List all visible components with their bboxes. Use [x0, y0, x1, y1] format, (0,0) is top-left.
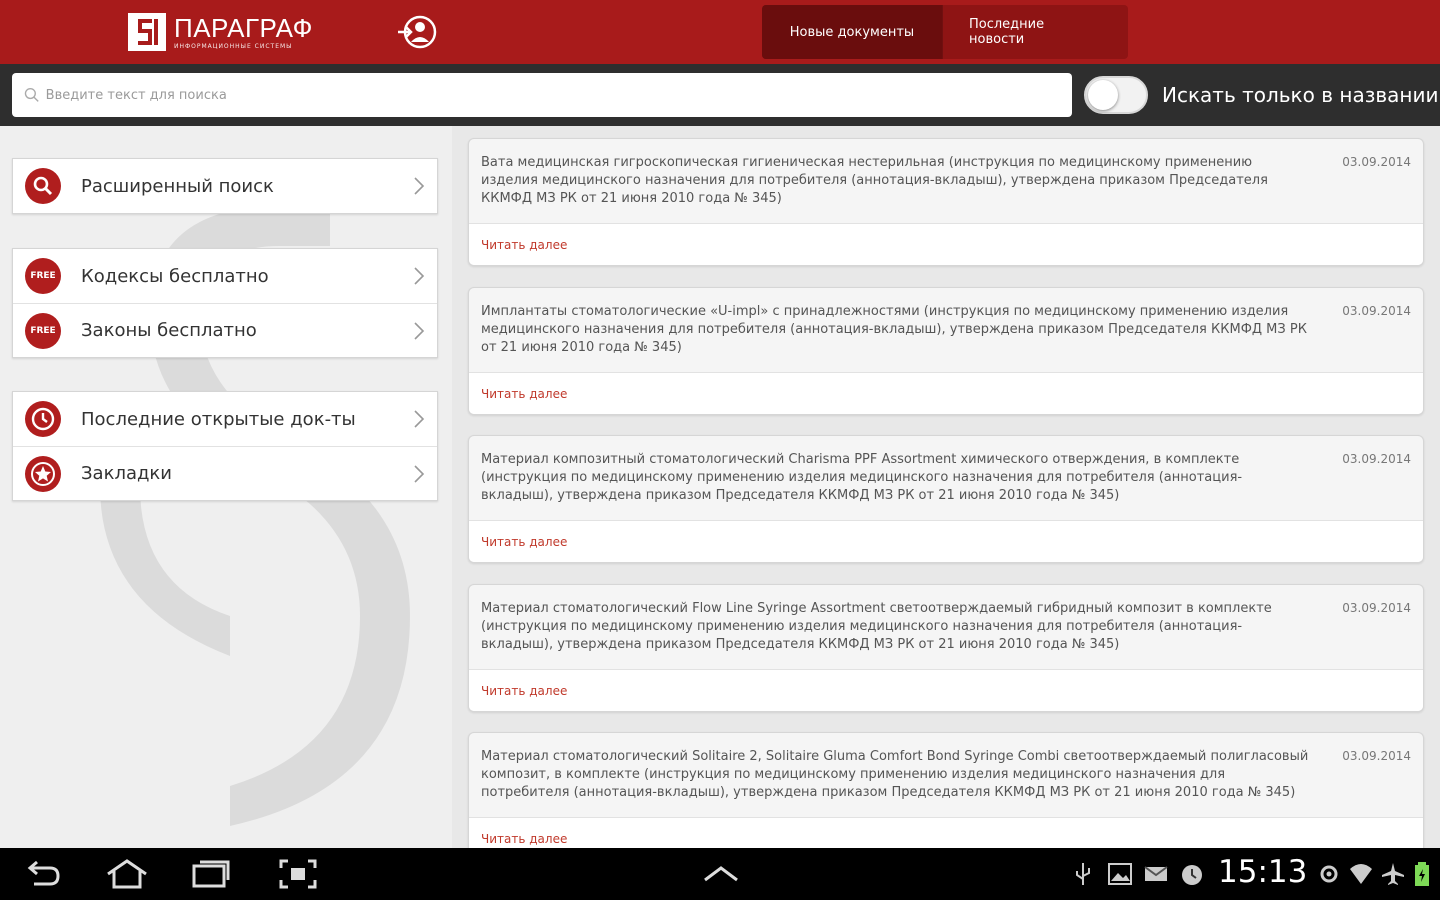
chevron-right-icon: [414, 267, 425, 285]
documents-feed: Вата медицинская гигроскопическая гигиен…: [452, 126, 1440, 848]
document-title: Материал стоматологический Solitaire 2, …: [481, 749, 1309, 800]
document-date: 03.09.2014: [1342, 601, 1411, 615]
document-card[interactable]: Материал стоматологический Flow Line Syr…: [468, 584, 1424, 712]
document-date: 03.09.2014: [1342, 304, 1411, 318]
search-box: [12, 73, 1072, 117]
chevron-right-icon: [414, 177, 425, 195]
title-only-toggle[interactable]: [1084, 76, 1148, 114]
image-icon: [1108, 863, 1132, 885]
menu-group-history: Последние открытые док-ты Закладки: [12, 391, 438, 501]
brand-logo: ПАРАГРАФ ИНФОРМАЦИОННЫЕ СИСТЕМЫ: [128, 12, 313, 52]
menu-item-bookmarks[interactable]: Закладки: [13, 446, 437, 500]
chevron-up-icon[interactable]: [702, 864, 740, 884]
alarm-icon: [1182, 865, 1202, 885]
search-input[interactable]: [45, 87, 1072, 103]
read-more-link[interactable]: Читать далее: [469, 520, 1423, 562]
document-title: Имплантаты стоматологические «U-impl» с …: [481, 304, 1307, 355]
document-date: 03.09.2014: [1342, 155, 1411, 169]
menu-item-label: Кодексы бесплатно: [81, 265, 269, 287]
wifi-icon: [1350, 864, 1372, 884]
menu-group-search: Расширенный поиск: [12, 158, 438, 214]
search-bar: Искать только в названии: [0, 64, 1440, 126]
tab-new-documents[interactable]: Новые документы: [762, 5, 942, 59]
status-clock: 15:13: [1218, 854, 1308, 890]
menu-item-label: Законы бесплатно: [81, 320, 257, 341]
menu-item-recent-docs[interactable]: Последние открытые док-ты: [13, 392, 437, 446]
read-more-link[interactable]: Читать далее: [469, 669, 1423, 711]
menu-item-label: Расширенный поиск: [81, 175, 274, 197]
chevron-right-icon: [414, 410, 425, 428]
tab-latest-news[interactable]: Последние новости: [942, 5, 1128, 59]
document-title: Материал композитный стоматологический C…: [481, 452, 1243, 503]
chevron-right-icon: [414, 465, 425, 483]
menu-item-label: Последние открытые док-ты: [81, 408, 356, 430]
logo-title: ПАРАГРАФ: [174, 12, 313, 43]
user-login-icon: [398, 15, 437, 49]
side-menu: Расширенный поиск FREE Кодексы бесплатно…: [0, 126, 452, 848]
airplane-mode-icon: [1382, 863, 1404, 885]
menu-group-free: FREE Кодексы бесплатно FREE Законы беспл…: [12, 248, 438, 358]
logo-subtitle: ИНФОРМАЦИОННЫЕ СИСТЕМЫ: [174, 42, 293, 50]
document-card[interactable]: Имплантаты стоматологические «U-impl» с …: [468, 287, 1424, 415]
search-icon: [24, 87, 39, 102]
menu-item-free-laws[interactable]: FREE Законы бесплатно: [13, 303, 437, 357]
search-icon: [25, 168, 61, 204]
back-icon[interactable]: [24, 858, 64, 890]
document-card[interactable]: Материал композитный стоматологический C…: [468, 435, 1424, 563]
home-icon[interactable]: [104, 858, 150, 890]
document-title: Вата медицинская гигроскопическая гигиен…: [481, 155, 1268, 206]
read-more-link[interactable]: Читать далее: [469, 223, 1423, 265]
free-badge-icon: FREE: [25, 258, 61, 294]
clock-icon: [25, 401, 61, 437]
settings-icon: [1320, 865, 1338, 883]
system-navigation-bar: 15:13: [0, 848, 1440, 900]
paragraph-logo-icon: [128, 13, 166, 51]
header-tabs: Новые документы Последние новости: [762, 5, 1128, 59]
screenshot-icon[interactable]: [278, 858, 318, 890]
document-card[interactable]: Вата медицинская гигроскопическая гигиен…: [468, 138, 1424, 266]
usb-icon: [1076, 863, 1090, 885]
menu-item-free-codes[interactable]: FREE Кодексы бесплатно: [13, 249, 437, 303]
menu-item-label: Закладки: [81, 463, 172, 484]
battery-icon: [1415, 862, 1429, 886]
app-header: ПАРАГРАФ ИНФОРМАЦИОННЫЕ СИСТЕМЫ Новые до…: [0, 0, 1440, 64]
document-card[interactable]: Материал стоматологический Solitaire 2, …: [468, 732, 1424, 848]
chevron-right-icon: [414, 322, 425, 340]
document-date: 03.09.2014: [1342, 749, 1411, 763]
recent-apps-icon[interactable]: [190, 858, 232, 890]
menu-item-advanced-search[interactable]: Расширенный поиск: [13, 159, 437, 213]
read-more-link[interactable]: Читать далее: [469, 817, 1423, 848]
title-only-label: Искать только в названии: [1162, 83, 1439, 107]
user-account-button[interactable]: [396, 12, 440, 52]
star-icon: [25, 455, 61, 492]
free-badge-icon: FREE: [25, 312, 61, 349]
notification-icon: [1144, 866, 1168, 881]
document-title: Материал стоматологический Flow Line Syr…: [481, 601, 1272, 652]
toggle-knob: [1088, 80, 1118, 110]
document-date: 03.09.2014: [1342, 452, 1411, 466]
read-more-link[interactable]: Читать далее: [469, 372, 1423, 414]
